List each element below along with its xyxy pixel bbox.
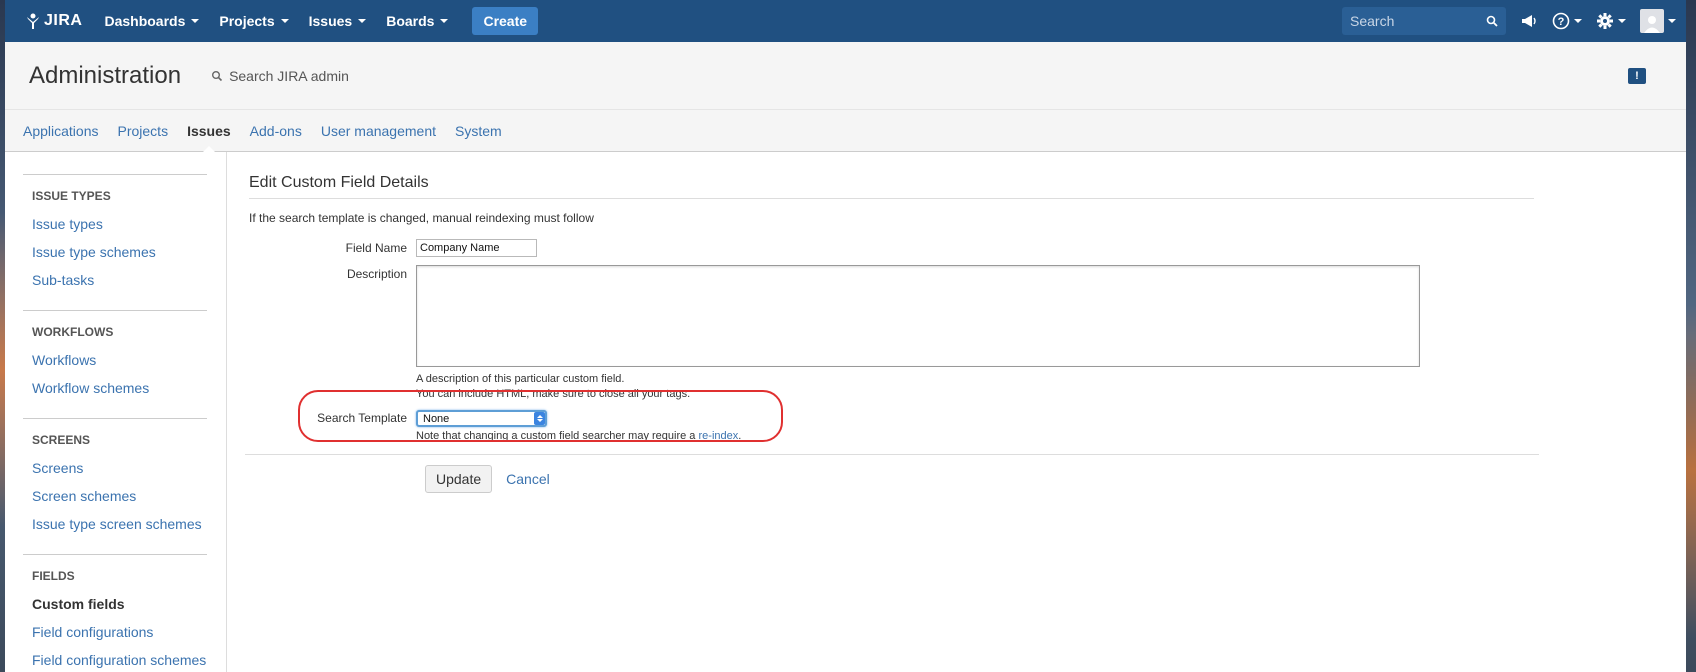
settings-menu[interactable] [1596,12,1626,30]
chevron-down-icon [191,19,200,23]
nav-projects[interactable]: Projects [219,13,289,29]
admin-search[interactable]: Search JIRA admin [211,68,349,84]
sidebar-section-workflows: WORKFLOWS Workflows Workflow schemes [23,310,207,418]
nav-boards[interactable]: Boards [386,13,449,29]
help-menu[interactable]: ? [1552,12,1582,30]
jira-logo-icon [27,13,39,29]
update-button[interactable]: Update [425,465,493,493]
admin-tabs: Applications Projects Issues Add-ons Use… [5,110,1686,152]
field-name-label: Field Name [345,241,407,255]
description-textarea[interactable] [416,265,1420,367]
admin-search-label: Search JIRA admin [229,67,349,84]
jira-logo[interactable]: JIRA [26,12,82,30]
highlight-annotation-ring [298,390,783,442]
chevron-down-icon [358,19,367,23]
global-search-input[interactable]: Search [1342,7,1506,35]
form-divider [245,454,1539,455]
nav-issues-label: Issues [308,13,353,29]
sidebar-section-fields: FIELDS Custom fields Field configuration… [23,554,207,672]
logo-text: JIRA [44,12,83,29]
profile-menu[interactable] [1640,9,1676,33]
sidebar-item-custom-fields[interactable]: Custom fields [32,596,207,612]
nav-dashboards-label: Dashboards [104,13,186,29]
nav-boards-label: Boards [386,13,435,29]
admin-sidebar: ISSUE TYPES Issue types Issue type schem… [5,152,227,672]
tab-applications[interactable]: Applications [23,123,99,139]
create-button[interactable]: Create [472,7,539,35]
field-name-row: Field Name [249,239,1686,257]
chevron-down-icon [1618,19,1626,23]
description-help-line-1: A description of this particular custom … [416,373,625,385]
chevron-down-icon [280,19,289,23]
description-label: Description [346,267,407,281]
sidebar-heading: SCREENS [32,433,91,447]
top-navigation-bar: JIRA Dashboards Projects Issues Boards C… [5,0,1686,42]
search-icon [1486,15,1498,27]
chevron-down-icon [1668,19,1676,23]
sidebar-item-issue-types[interactable]: Issue types [32,216,207,232]
tab-user-management[interactable]: User management [321,123,436,139]
form-buttons: Update Cancel [249,465,1686,493]
sidebar-item-workflow-schemes[interactable]: Workflow schemes [32,380,207,396]
tab-system[interactable]: System [455,123,502,139]
sidebar-heading: ISSUE TYPES [32,189,111,203]
chevron-down-icon [440,19,449,23]
main-content: Edit Custom Field Details If the search … [227,152,1686,672]
sidebar-item-screen-schemes[interactable]: Screen schemes [32,488,207,504]
sidebar-heading: FIELDS [32,569,75,583]
tab-projects[interactable]: Projects [118,123,169,139]
nav-dashboards[interactable]: Dashboards [104,13,200,29]
reindex-warning: If the search template is changed, manua… [249,211,594,225]
sidebar-section-issue-types: ISSUE TYPES Issue types Issue type schem… [23,174,207,310]
nav-issues[interactable]: Issues [309,13,367,29]
sidebar-item-field-configuration-schemes[interactable]: Field configuration schemes [32,652,207,668]
nav-projects-label: Projects [219,13,275,29]
avatar [1640,9,1664,33]
description-row: Description A description of this partic… [249,265,1686,402]
sidebar-item-field-configurations[interactable]: Field configurations [32,624,207,640]
browser-window: JIRA Dashboards Projects Issues Boards C… [5,0,1686,672]
page-title: Administration [29,61,182,89]
megaphone-icon [1522,15,1536,27]
notifications-button[interactable] [1520,13,1538,29]
sidebar-section-screens: SCREENS Screens Screen schemes Issue typ… [23,418,207,554]
search-icon [212,70,223,81]
tab-issues[interactable]: Issues [187,123,231,139]
sidebar-heading: WORKFLOWS [32,325,114,339]
help-icon: ? [1552,12,1570,30]
sidebar-item-sub-tasks[interactable]: Sub-tasks [32,272,207,288]
tab-add-ons[interactable]: Add-ons [250,123,302,139]
gear-icon [1597,13,1613,29]
cancel-link[interactable]: Cancel [506,471,550,487]
sidebar-item-issue-type-screen-schemes[interactable]: Issue type screen schemes [32,516,207,532]
sidebar-item-workflows[interactable]: Workflows [32,352,207,368]
search-placeholder: Search [1350,13,1395,29]
sidebar-item-screens[interactable]: Screens [32,460,207,476]
svg-text:?: ? [1558,16,1565,28]
sidebar-item-issue-type-schemes[interactable]: Issue type schemes [32,244,207,260]
user-icon [1644,16,1660,33]
chevron-down-icon [1574,19,1582,23]
admin-header: Administration Search JIRA admin ! [5,42,1686,110]
feedback-icon[interactable]: ! [1628,67,1646,84]
field-name-input[interactable] [416,239,537,257]
form-heading: Edit Custom Field Details [249,174,1534,199]
